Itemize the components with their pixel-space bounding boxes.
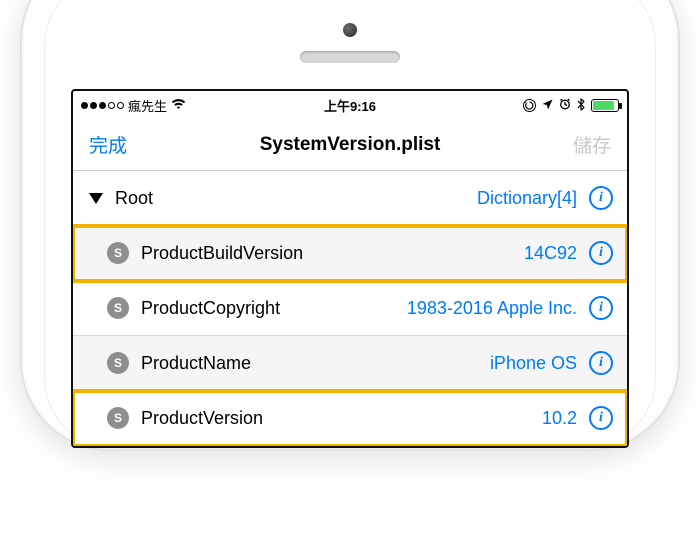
- root-key-label: Root: [115, 188, 153, 209]
- info-icon[interactable]: i: [589, 296, 613, 320]
- entry-value-label: 10.2: [542, 408, 577, 429]
- info-icon[interactable]: i: [589, 406, 613, 430]
- info-icon[interactable]: i: [589, 186, 613, 210]
- phone-speaker-area: [71, 3, 629, 89]
- entry-key-label: ProductName: [141, 353, 251, 374]
- alarm-icon: [559, 98, 571, 113]
- entry-value-label: 1983-2016 Apple Inc.: [407, 298, 577, 319]
- disclosure-triangle-icon[interactable]: [89, 193, 103, 204]
- root-value-label: Dictionary[4]: [477, 188, 577, 209]
- earpiece-speaker: [300, 51, 400, 63]
- cell-signal-icon: [81, 102, 124, 109]
- location-icon: [542, 99, 553, 112]
- plist-entry-row[interactable]: S ProductName iPhone OS i: [73, 336, 627, 391]
- plist-entry-row[interactable]: S ProductVersion 10.2 i: [73, 391, 627, 446]
- file-title: SystemVersion.plist: [260, 134, 441, 156]
- type-badge-icon: S: [107, 297, 129, 319]
- carrier-label: 瘋先生: [128, 96, 167, 115]
- info-icon[interactable]: i: [589, 241, 613, 265]
- save-button[interactable]: 儲存: [573, 131, 611, 158]
- type-badge-icon: S: [107, 352, 129, 374]
- plist-entry-row[interactable]: S ProductBuildVersion 14C92 i: [73, 226, 627, 281]
- type-badge-icon: S: [107, 242, 129, 264]
- phone-frame: 瘋先生 上午9:16: [20, 0, 680, 451]
- front-camera: [343, 23, 357, 37]
- plist-table: Root Dictionary[4] i S ProductBuildVersio…: [73, 171, 627, 446]
- plist-entry-row[interactable]: S ProductCopyright 1983-2016 Apple Inc. i: [73, 281, 627, 336]
- battery-icon: [591, 99, 619, 112]
- screen: 瘋先生 上午9:16: [71, 89, 629, 448]
- done-button[interactable]: 完成: [89, 131, 127, 158]
- entry-key-label: ProductVersion: [141, 408, 263, 429]
- bluetooth-icon: [577, 98, 585, 113]
- navigation-bar: 完成 SystemVersion.plist 儲存: [73, 119, 627, 171]
- info-icon[interactable]: i: [589, 351, 613, 375]
- entry-key-label: ProductBuildVersion: [141, 243, 303, 264]
- entry-value-label: 14C92: [524, 243, 577, 264]
- orientation-lock-icon: [523, 99, 536, 112]
- wifi-icon: [171, 98, 186, 112]
- entry-value-label: iPhone OS: [490, 353, 577, 374]
- clock-label: 上午9:16: [324, 96, 376, 115]
- entry-key-label: ProductCopyright: [141, 298, 280, 319]
- type-badge-icon: S: [107, 407, 129, 429]
- status-bar: 瘋先生 上午9:16: [73, 91, 627, 119]
- root-row[interactable]: Root Dictionary[4] i: [73, 171, 627, 226]
